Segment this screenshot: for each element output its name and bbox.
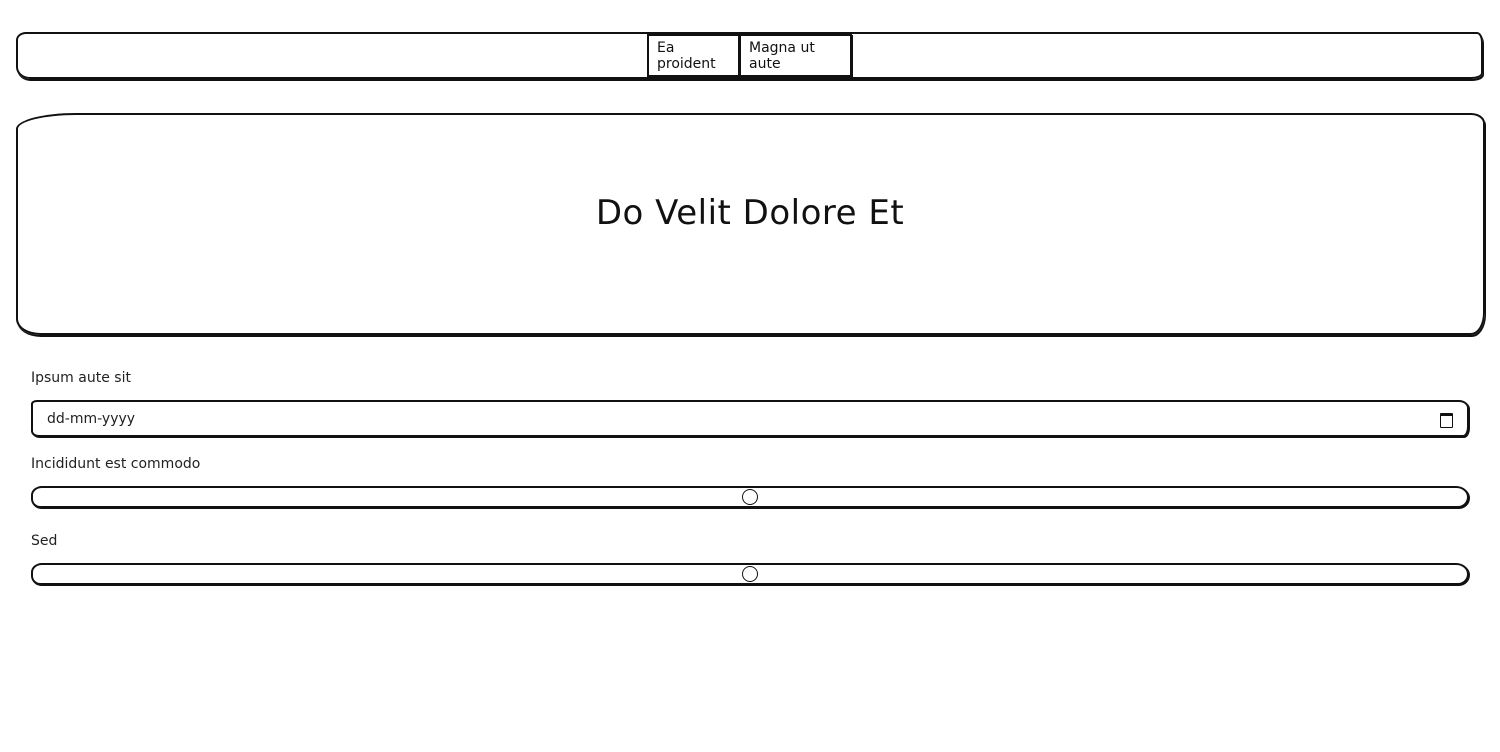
date-field-label: Ipsum aute sit bbox=[31, 370, 131, 386]
nav-button-magna-ut-aute[interactable]: Magna ut aute bbox=[739, 34, 852, 77]
hero-title: Do Velit Dolore Et bbox=[595, 193, 905, 233]
range-slider-incididunt[interactable] bbox=[31, 486, 1469, 508]
range-thumb[interactable] bbox=[742, 489, 758, 505]
date-input[interactable]: dd-mm-yyyy bbox=[31, 400, 1469, 437]
nav-button-ea-proident[interactable]: Ea proident bbox=[647, 34, 740, 77]
range1-label: Incididunt est commodo bbox=[31, 456, 201, 472]
range-slider-sed[interactable] bbox=[31, 563, 1469, 585]
range-thumb[interactable] bbox=[742, 566, 758, 582]
calendar-icon[interactable] bbox=[1440, 413, 1453, 428]
range2-label: Sed bbox=[31, 533, 58, 549]
nav-button-group: Ea proident Magna ut aute bbox=[647, 34, 852, 77]
date-placeholder: dd-mm-yyyy bbox=[47, 411, 136, 427]
page: Ea proident Magna ut aute Do Velit Dolor… bbox=[0, 0, 1500, 752]
